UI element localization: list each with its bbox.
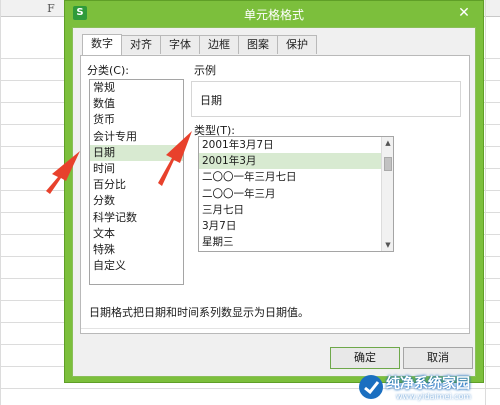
- category-item-time[interactable]: 时间: [90, 161, 183, 177]
- category-item-number[interactable]: 数值: [90, 96, 183, 112]
- tab-alignment[interactable]: 对齐: [121, 35, 161, 54]
- sample-preview-box: 日期: [191, 81, 461, 117]
- scroll-thumb[interactable]: [384, 157, 392, 171]
- type-list-scrollbar[interactable]: ▲ ▼: [381, 137, 393, 251]
- type-item[interactable]: 二〇〇一年三月七日: [199, 169, 382, 185]
- category-item-percentage[interactable]: 百分比: [90, 177, 183, 193]
- dialog-client-area: 数字 对齐 字体 边框 图案 保护 分类(C): 常规 数值 货币 会计专用 日…: [72, 27, 476, 377]
- tab-strip: 数字 对齐 字体 边框 图案 保护: [82, 34, 317, 55]
- site-watermark: 纯净系统家园 www.yidaimei.com: [358, 372, 498, 404]
- tab-panel-number: 分类(C): 常规 数值 货币 会计专用 日期 时间 百分比 分数 科学记数 文…: [80, 55, 470, 334]
- tab-pattern[interactable]: 图案: [238, 35, 278, 54]
- category-label: 分类(C):: [87, 64, 129, 77]
- type-list[interactable]: 2001年3月7日 2001年3月 二〇〇一年三月七日 二〇〇一年三月 三月七日…: [198, 136, 394, 252]
- category-item-accounting[interactable]: 会计专用: [90, 129, 183, 145]
- tab-border[interactable]: 边框: [199, 35, 239, 54]
- close-icon[interactable]: ✕: [449, 3, 479, 23]
- type-item-selected[interactable]: 2001年3月: [199, 153, 382, 170]
- category-item-date[interactable]: 日期: [90, 144, 183, 161]
- type-item[interactable]: 2001年3月7日: [199, 137, 382, 153]
- column-header-f[interactable]: F: [44, 2, 58, 15]
- dialog-title: 单元格格式: [243, 8, 304, 22]
- panel-divider: [81, 328, 469, 329]
- tab-protection[interactable]: 保护: [277, 35, 317, 54]
- type-item[interactable]: 3月7日: [199, 218, 382, 234]
- format-cells-dialog: S 单元格格式 ✕ 数字 对齐 字体 边框 图案 保护 分类(C): 常规 数值…: [64, 0, 484, 383]
- category-item-special[interactable]: 特殊: [90, 242, 183, 258]
- format-description: 日期格式把日期和时间系列数显示为日期值。: [89, 306, 309, 319]
- cancel-button[interactable]: 取消: [403, 347, 473, 369]
- dialog-titlebar[interactable]: S 单元格格式 ✕: [65, 1, 483, 27]
- tab-font[interactable]: 字体: [160, 35, 200, 54]
- watermark-url: www.yidaimei.com: [396, 392, 472, 401]
- category-item-custom[interactable]: 自定义: [90, 258, 183, 274]
- type-item[interactable]: 二〇〇一年三月: [199, 186, 382, 202]
- sample-value: 日期: [200, 94, 222, 107]
- category-item-fraction[interactable]: 分数: [90, 193, 183, 209]
- sample-label: 示例: [194, 64, 216, 77]
- grid-line: [485, 0, 486, 405]
- scroll-up-icon[interactable]: ▲: [383, 138, 393, 148]
- category-item-scientific[interactable]: 科学记数: [90, 210, 183, 226]
- watermark-logo-icon: [359, 375, 383, 399]
- type-item[interactable]: 星期三: [199, 234, 382, 250]
- watermark-name: 纯净系统家园: [386, 376, 470, 392]
- scroll-down-icon[interactable]: ▼: [383, 240, 393, 250]
- category-list[interactable]: 常规 数值 货币 会计专用 日期 时间 百分比 分数 科学记数 文本 特殊 自定…: [89, 79, 184, 285]
- category-item-general[interactable]: 常规: [90, 80, 183, 96]
- type-item[interactable]: 三月七日: [199, 202, 382, 218]
- category-item-text[interactable]: 文本: [90, 226, 183, 242]
- category-item-currency[interactable]: 货币: [90, 112, 183, 128]
- tab-number[interactable]: 数字: [82, 34, 122, 55]
- ok-button[interactable]: 确定: [330, 347, 400, 369]
